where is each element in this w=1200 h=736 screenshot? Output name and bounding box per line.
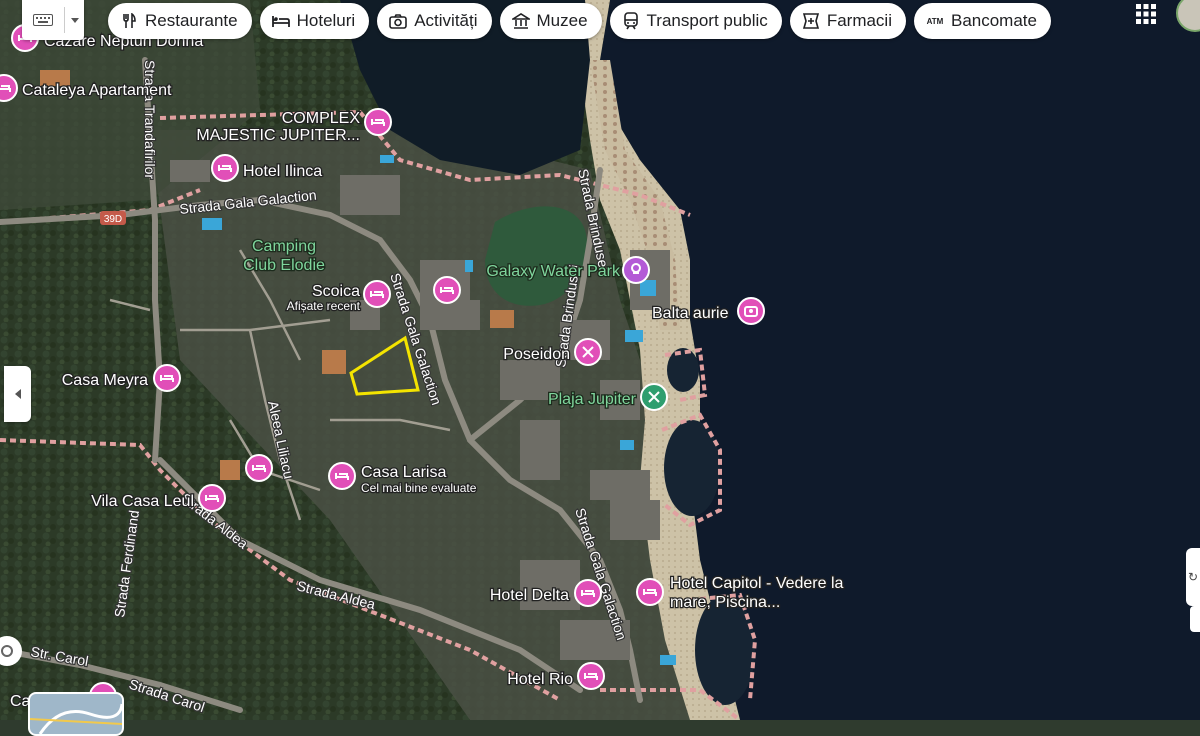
chip-label: Transport public — [646, 11, 768, 30]
hotel-pin — [153, 364, 181, 392]
road-shield-label: 39D — [104, 214, 122, 225]
chip-muzee[interactable]: Muzee — [499, 3, 602, 39]
chip-label: Hoteluri — [296, 11, 356, 30]
chip-restaurante[interactable]: Restaurante — [108, 3, 252, 39]
chip-farmacii[interactable]: Farmacii — [789, 3, 906, 39]
camera-pin — [737, 297, 765, 325]
place-label: Galaxy Water Park — [486, 263, 621, 280]
place-label: Poseidon — [503, 346, 570, 363]
hotel-pin — [433, 276, 461, 304]
place-label: Hotel Delta — [490, 587, 569, 604]
keyboard-icon[interactable] — [22, 14, 64, 26]
hotel-pin — [0, 74, 18, 102]
lagoon — [667, 348, 699, 392]
chip-bancomate[interactable]: ATM Bancomate — [913, 3, 1051, 39]
hotel-pin — [363, 280, 391, 308]
place-label: Hotel Rio — [507, 671, 573, 688]
hotel-pin — [577, 662, 605, 690]
street-label: Strada Trandafirilor — [142, 60, 158, 179]
location-icon — [1, 645, 13, 657]
place-label: Plaja Jupiter — [548, 391, 637, 408]
chevron-down-icon[interactable] — [65, 17, 84, 23]
place-label: Cataleya Apartament — [22, 82, 172, 99]
fork-knife-icon — [120, 12, 138, 30]
place-label: Hotel Ilinca — [243, 163, 322, 180]
hotel-pin — [198, 484, 226, 512]
place-label: COMPLEX — [282, 110, 361, 127]
hotel-pin — [245, 454, 273, 482]
train-icon — [622, 12, 640, 30]
chip-label: Farmacii — [826, 11, 892, 30]
lagoon — [695, 595, 755, 705]
chip-label: Muzee — [536, 11, 588, 30]
place-label: Casa Larisa — [361, 464, 446, 481]
chip-label: Activități — [414, 11, 478, 30]
right-panel-tab-secondary[interactable] — [1190, 606, 1200, 632]
road-shield-39d: 39D — [100, 211, 126, 225]
rotate-icon: ↻ — [1187, 570, 1199, 584]
hotel-pin — [574, 579, 602, 607]
place-label: Club Elodie — [243, 257, 325, 274]
satellite-map[interactable]: 39D Strada Trandafirilor Strada Gala Gal… — [0, 0, 1200, 720]
keyboard-toggle[interactable] — [22, 0, 84, 40]
hotel-pin — [364, 108, 392, 136]
pharmacy-icon — [802, 12, 820, 30]
chevron-left-icon — [14, 389, 21, 399]
collapse-panel-button[interactable] — [4, 366, 31, 422]
place-label: Casa Meyra — [62, 372, 148, 389]
beach-pin — [640, 383, 668, 411]
place-label: MAJESTIC JUPITER... — [196, 127, 360, 144]
place-sublabel: Cel mai bine evaluate — [361, 481, 477, 495]
chip-label: Bancomate — [950, 11, 1037, 30]
chip-hoteluri[interactable]: Hoteluri — [259, 3, 370, 39]
place-label: Balta aurie — [652, 305, 729, 322]
right-panel-tab[interactable]: ↻ — [1186, 548, 1200, 606]
chip-label: Restaurante — [145, 11, 238, 30]
place-label: mare, Piscina... — [670, 594, 780, 611]
place-label: Scoica — [312, 283, 360, 300]
apps-grid-icon[interactable] — [1136, 4, 1156, 24]
hotel-pin — [328, 462, 356, 490]
category-chip-bar: Restaurante Hoteluri Activități Muzee Tr… — [108, 3, 1051, 39]
chip-transport-public[interactable]: Transport public — [609, 3, 782, 39]
camera-icon — [389, 12, 408, 30]
museum-icon — [511, 12, 530, 30]
poseidon-pin — [574, 338, 602, 366]
place-label: Vila Casa Leul — [91, 493, 194, 510]
place-sublabel: Afișate recent — [287, 299, 361, 313]
hotel-pin — [636, 578, 664, 606]
hotel-pin — [211, 154, 239, 182]
layers-thumbnail[interactable] — [28, 692, 124, 736]
water-park-pin — [622, 256, 650, 284]
chip-activitati[interactable]: Activități — [377, 3, 492, 39]
place-label: Hotel Capitol - Vedere la — [670, 575, 844, 592]
bed-icon — [271, 12, 290, 30]
atm-icon: ATM — [926, 16, 944, 26]
place-label: Camping — [252, 238, 316, 255]
